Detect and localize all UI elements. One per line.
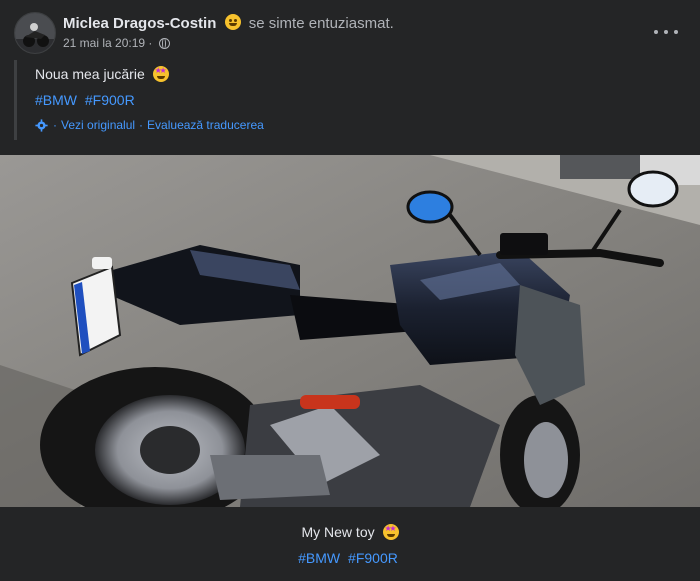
motorcycle-photo[interactable] (0, 155, 700, 507)
hashtag-link[interactable]: #BMW (298, 550, 340, 566)
more-options-button[interactable] (654, 22, 678, 42)
star-struck-emoji-icon (152, 66, 169, 82)
meta-separator: · (148, 36, 153, 50)
rate-translation-link[interactable]: Evaluează traducerea (147, 118, 264, 132)
translation-dot: · (139, 118, 144, 132)
star-struck-emoji-icon (382, 524, 399, 540)
view-original-link[interactable]: Vezi originalul (61, 118, 135, 132)
hashtag-link[interactable]: #F900R (348, 550, 398, 566)
translation-bar: · Vezi originalul · Evaluează traducerea (35, 118, 264, 132)
translation-dot: · (53, 118, 57, 132)
post-timestamp[interactable]: 21 mai la 20:19 (63, 36, 145, 50)
post-text-block: Noua mea jucărie #BMW #F900R · Vezi orig… (14, 60, 617, 140)
feeling-text: se simte entuziasmat. (248, 15, 394, 32)
post-hashtags: #BMW #F900R (35, 92, 139, 108)
caption-text: My New toy (0, 524, 700, 540)
author-line: Miclea Dragos-Costin se simte entuziasma… (63, 14, 394, 32)
caption-hashtags: #BMW #F900R (0, 550, 700, 566)
grinning-emoji-icon (224, 14, 241, 30)
author-name[interactable]: Miclea Dragos-Costin (63, 15, 216, 32)
hashtag-link[interactable]: #BMW (35, 92, 77, 108)
post-text-content: Noua mea jucărie (35, 66, 145, 82)
post-text: Noua mea jucărie (35, 66, 169, 82)
post-header: Miclea Dragos-Costin se simte entuziasma… (0, 0, 700, 60)
photo-caption: My New toy #BMW #F900R (0, 507, 700, 581)
globe-icon[interactable] (158, 37, 170, 49)
avatar[interactable] (14, 12, 56, 54)
hashtag-link[interactable]: #F900R (85, 92, 135, 108)
gear-icon (35, 118, 48, 132)
caption-content: My New toy (301, 524, 375, 540)
post-meta: 21 mai la 20:19 · (63, 36, 170, 50)
more-horizontal-icon (654, 30, 658, 34)
